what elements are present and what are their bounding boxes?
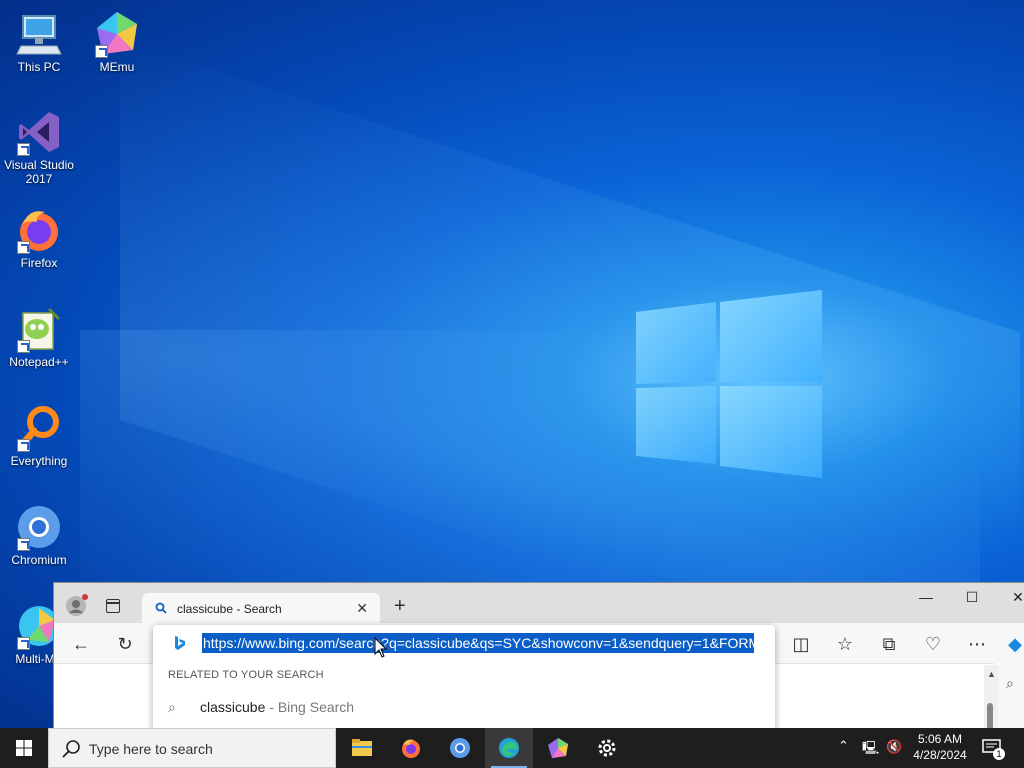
shortcut-arrow-icon [17, 241, 30, 254]
clock-time: 5:06 AM [917, 732, 963, 746]
desktop-icon-label: Visual Studio 2017 [4, 158, 74, 186]
notification-count-badge: 1 [993, 748, 1005, 760]
start-button[interactable] [0, 728, 48, 768]
desktop-icon-visual-studio[interactable]: Visual Studio 2017 [0, 108, 78, 186]
shortcut-arrow-icon [95, 45, 108, 58]
taskbar-firefox[interactable] [387, 728, 435, 768]
action-center-button[interactable]: 1 [982, 738, 1005, 760]
taskbar: Type here to search ⌃ 🖳 🔇 5:06 AM 4/28/2… [0, 728, 1024, 768]
chromium-icon [450, 738, 470, 758]
search-icon [62, 740, 80, 758]
tab-strip: classicube - Search ✕ + — ☐ ✕ [54, 583, 1024, 624]
desktop-icon-chromium[interactable]: Chromium [0, 503, 78, 567]
search-placeholder: Type here to search [89, 741, 213, 757]
desktop-icon-firefox[interactable]: Firefox [0, 206, 78, 270]
suggestion-source: - Bing Search [265, 699, 355, 715]
new-tab-button[interactable]: + [394, 595, 406, 618]
tab-title: classicube - Search [177, 602, 282, 616]
browser-essentials-button[interactable]: ♡ [922, 633, 944, 655]
edge-icon [499, 738, 519, 758]
search-icon: ⌕ [168, 699, 176, 715]
taskbar-file-explorer[interactable] [338, 728, 386, 768]
windows-logo-wallpaper [636, 290, 822, 478]
collections-button[interactable]: ⧉ [878, 633, 900, 655]
desktop-icon-label: Everything [10, 454, 68, 468]
refresh-button[interactable]: ↻ [114, 633, 136, 655]
desktop-icon-everything[interactable]: Everything [0, 404, 78, 468]
file-explorer-icon [352, 739, 372, 756]
taskbar-memu[interactable] [534, 728, 582, 768]
volume-muted-icon[interactable]: 🔇 [886, 739, 902, 755]
edge-browser-window: classicube - Search ✕ + — ☐ ✕ ← ↻ ◫ ☆ ⧉ … [53, 582, 1024, 732]
desktop-icon-notepadpp[interactable]: Notepad++ [0, 305, 78, 369]
tab-classicube-search[interactable]: classicube - Search ✕ [142, 593, 380, 624]
tab-actions-button[interactable] [106, 599, 120, 613]
minimize-button[interactable]: — [916, 589, 936, 605]
taskbar-edge[interactable] [485, 728, 533, 768]
shortcut-arrow-icon [17, 143, 30, 156]
desktop-icon-label: Firefox [20, 256, 58, 270]
search-favicon-icon [155, 602, 167, 614]
scroll-up-icon[interactable]: ▲ [987, 669, 996, 679]
profile-button[interactable] [66, 594, 88, 616]
taskbar-settings[interactable] [583, 728, 631, 768]
related-heading: RELATED TO YOUR SEARCH [168, 669, 324, 681]
shortcut-arrow-icon [17, 439, 30, 452]
desktop-icon-label: Chromium [11, 553, 67, 567]
maximize-button[interactable]: ☐ [962, 589, 982, 606]
address-input[interactable]: https://www.bing.com/search?q=classicube… [202, 633, 754, 653]
profile-alert-dot [82, 594, 88, 600]
sidebar-search-icon[interactable]: ⌕ [1006, 675, 1014, 692]
desktop-icon-label: This PC [17, 60, 61, 74]
copilot-button[interactable]: ◆ [1004, 633, 1024, 655]
show-hidden-icons-chevron-icon[interactable]: ⌃ [838, 738, 849, 754]
desktop-icon-memu[interactable]: MEmu [78, 10, 156, 74]
browser-sidebar: ⌕ [998, 663, 1024, 731]
settings-icon [598, 739, 616, 757]
suggestion-text: classicube [200, 699, 266, 715]
shortcut-arrow-icon [17, 538, 30, 551]
system-clock[interactable]: 5:06 AM 4/28/2024 [906, 731, 974, 763]
back-button[interactable]: ← [70, 633, 92, 655]
desktop-icon-this-pc[interactable]: This PC [0, 10, 78, 74]
favorites-button[interactable]: ☆ [834, 633, 856, 655]
taskbar-search-box[interactable]: Type here to search [48, 728, 336, 768]
windows-start-icon [16, 740, 32, 756]
taskbar-chromium[interactable] [436, 728, 484, 768]
mouse-cursor-icon [374, 637, 388, 658]
network-icon[interactable]: 🖳 [862, 739, 879, 761]
desktop-icon-label: Notepad++ [9, 355, 69, 369]
address-bar-dropdown: https://www.bing.com/search?q=classicube… [153, 625, 775, 731]
close-window-button[interactable]: ✕ [1008, 589, 1024, 606]
close-tab-icon[interactable]: ✕ [356, 600, 368, 617]
computer-icon [16, 15, 62, 55]
suggestion-item[interactable]: ⌕ classicube - Bing Search [168, 699, 354, 716]
bing-icon [175, 636, 185, 650]
shortcut-arrow-icon [17, 340, 30, 353]
page-scrollbar[interactable]: ▲ [984, 665, 998, 731]
split-screen-button[interactable]: ◫ [790, 633, 812, 655]
memu-icon [548, 738, 568, 758]
desktop-icon-label: MEmu [99, 60, 135, 74]
shortcut-arrow-icon [17, 637, 30, 650]
firefox-icon [402, 739, 420, 758]
clock-date: 4/28/2024 [913, 748, 967, 762]
more-options-button[interactable]: ⋯ [966, 633, 988, 655]
